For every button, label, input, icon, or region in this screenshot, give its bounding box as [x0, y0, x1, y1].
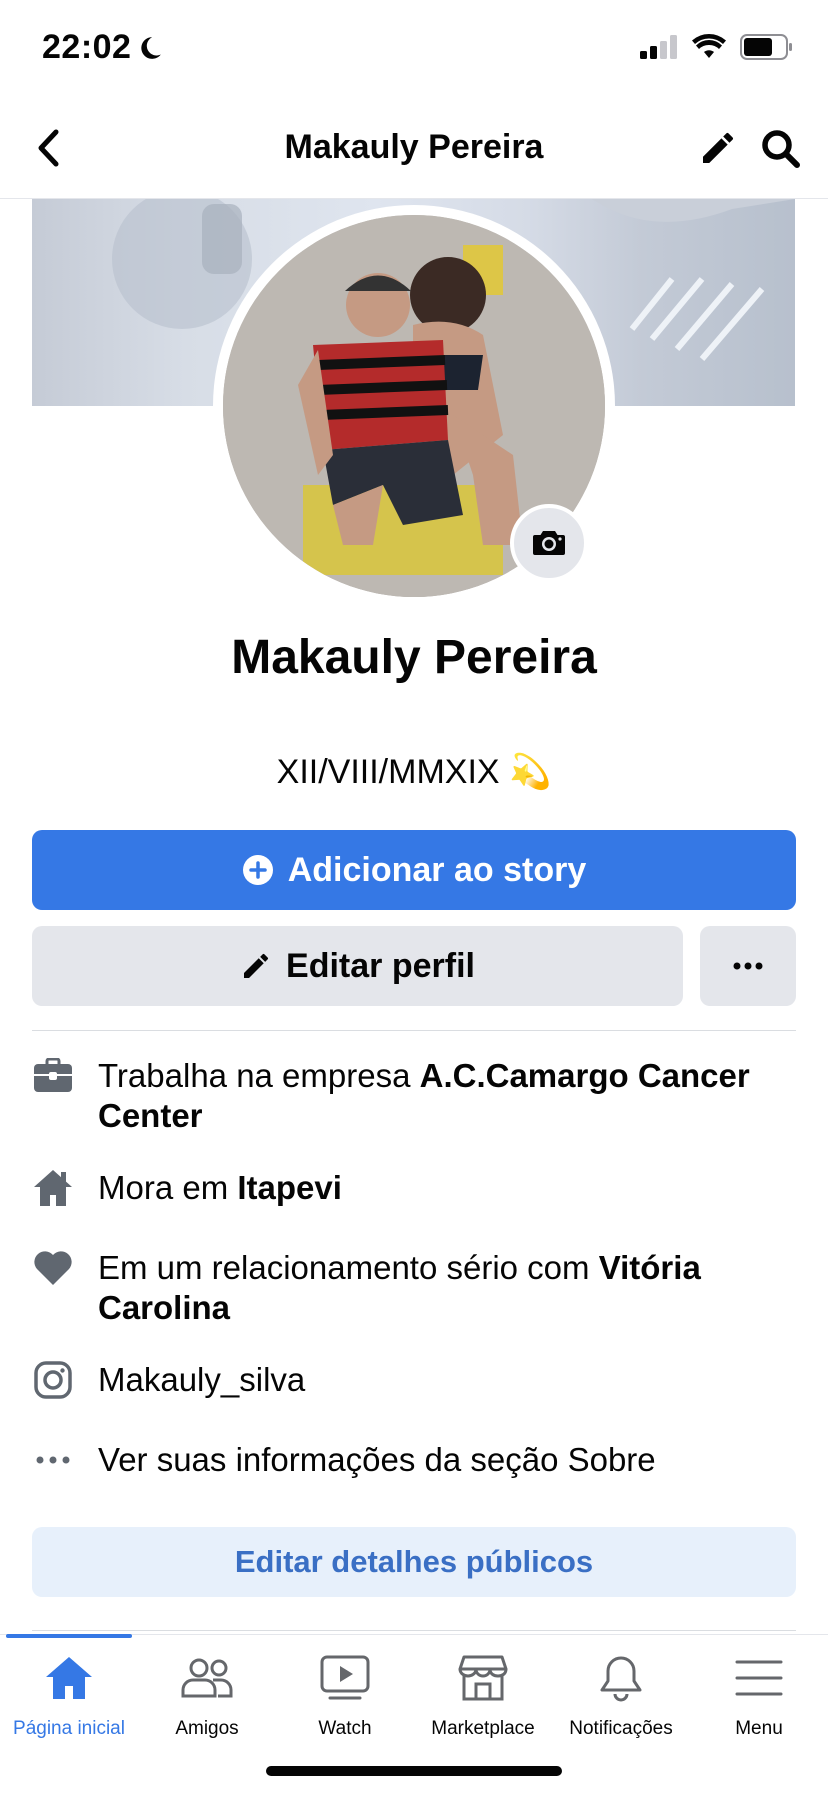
change-photo-button[interactable]: [510, 504, 588, 582]
tab-label: Menu: [735, 1718, 783, 1739]
tab-label: Página inicial: [13, 1718, 125, 1739]
tab-friends[interactable]: Amigos: [138, 1650, 276, 1740]
instagram-icon: [32, 1360, 74, 1400]
tab-label: Amigos: [175, 1718, 239, 1739]
work-info-row: Trabalha na empresa A.C.Camargo Cancer C…: [32, 1056, 796, 1136]
lives-city-link[interactable]: Itapevi: [237, 1169, 342, 1206]
bell-icon: [598, 1650, 644, 1706]
friends-icon: [181, 1650, 233, 1706]
menu-icon: [735, 1650, 783, 1706]
search-icon: [762, 130, 800, 168]
instagram-handle: Makauly_silva: [98, 1361, 306, 1398]
tab-label: Watch: [318, 1718, 372, 1739]
moon-icon: [141, 36, 162, 59]
section-divider: [32, 1030, 796, 1031]
briefcase-icon: [32, 1056, 74, 1096]
more-dots-icon: [32, 1440, 74, 1480]
profile-name: Makauly Pereira: [231, 631, 597, 684]
tab-watch[interactable]: Watch: [276, 1650, 414, 1740]
add-to-story-label: Adicionar ao story: [287, 850, 587, 889]
add-to-story-button[interactable]: Adicionar ao story: [32, 830, 796, 910]
edit-public-details-button[interactable]: Editar detalhes públicos: [32, 1527, 796, 1597]
more-dots-icon: [733, 962, 763, 970]
camera-icon: [533, 531, 565, 555]
edit-profile-label: Editar perfil: [286, 946, 475, 985]
status-bar-time: 22:02: [42, 28, 163, 67]
watch-icon: [320, 1650, 370, 1706]
status-time-text: 22:02: [42, 28, 132, 66]
more-options-button[interactable]: [700, 926, 796, 1006]
see-about-label: Ver suas informações da seção Sobre: [98, 1441, 656, 1478]
marketplace-icon: [458, 1650, 508, 1706]
instagram-row[interactable]: Makauly_silva: [32, 1360, 796, 1400]
lives-prefix: Mora em: [98, 1169, 238, 1206]
relationship-row: Em um relacionamento sério com Vitória C…: [32, 1248, 796, 1328]
wifi-icon: [692, 34, 726, 58]
work-prefix: Trabalha na empresa: [98, 1057, 420, 1094]
tab-label: Marketplace: [431, 1718, 535, 1739]
plus-circle-icon: [242, 855, 273, 885]
tab-menu[interactable]: Menu: [690, 1650, 828, 1740]
tab-label: Notificações: [569, 1718, 673, 1739]
heart-icon: [32, 1248, 74, 1288]
battery-icon: [740, 34, 792, 60]
pencil-icon: [244, 953, 269, 978]
tab-home[interactable]: Página inicial: [0, 1650, 138, 1740]
home-indicator: [266, 1766, 562, 1776]
signal-icon: [640, 35, 677, 59]
edit-profile-button[interactable]: Editar perfil: [32, 926, 683, 1006]
section-divider: [32, 1630, 796, 1631]
see-about-row[interactable]: Ver suas informações da seção Sobre: [32, 1440, 796, 1480]
lives-in-row: Mora em Itapevi: [32, 1168, 796, 1208]
profile-bio: XII/VIII/MMXIX 💫: [276, 753, 552, 791]
pencil-icon: [703, 132, 733, 163]
tab-marketplace[interactable]: Marketplace: [414, 1650, 552, 1740]
search-button[interactable]: [756, 124, 806, 174]
edit-button[interactable]: [694, 124, 742, 172]
home-icon: [44, 1650, 94, 1706]
active-tab-indicator: [6, 1634, 132, 1638]
relationship-prefix: Em um relacionamento sério com: [98, 1249, 599, 1286]
home-icon: [32, 1168, 74, 1208]
tab-notifications[interactable]: Notificações: [552, 1650, 690, 1740]
status-bar-indicators: [640, 34, 794, 60]
